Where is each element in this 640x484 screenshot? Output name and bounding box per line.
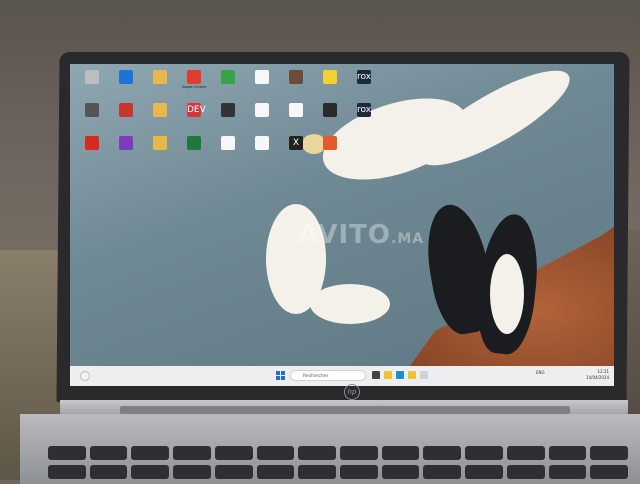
desktop-icon-glyph (255, 70, 269, 84)
desktop-icon-glyph (255, 103, 269, 117)
desktop-icon-glyph (85, 103, 99, 117)
desktop-icon[interactable]: rox (348, 70, 380, 102)
desktop-icon-glyph (119, 70, 133, 84)
keyboard-key (548, 465, 587, 479)
keyboard-key (381, 446, 420, 460)
desktop-icon-glyph (255, 136, 269, 150)
keyboard-key (173, 446, 211, 460)
desktop-icon[interactable] (246, 103, 278, 135)
desktop-icon[interactable] (178, 136, 210, 168)
desktop-icon[interactable] (144, 70, 176, 102)
desktop-icon-glyph (221, 70, 235, 84)
laptop-screen: AVITO.MA Google Chrome rox DEV rox X Recherc… (70, 64, 614, 386)
keyboard-key (465, 465, 503, 479)
windows-start-icon[interactable] (276, 371, 285, 380)
desktop-icon-glyph (187, 70, 201, 84)
keyboard-key (506, 446, 545, 460)
desktop-icon-glyph (119, 136, 133, 150)
desktop-icon[interactable] (314, 70, 346, 102)
desktop-icon-glyph (323, 70, 337, 84)
desktop-icon-glyph: X (289, 136, 303, 150)
keyboard-key (423, 446, 462, 460)
keyboard (48, 446, 628, 480)
desktop-icon-glyph: rox (357, 103, 372, 117)
desktop-icon-label: Google Chrome (181, 85, 207, 89)
file-explorer-icon[interactable] (384, 371, 392, 379)
hp-logo: hp (344, 384, 360, 400)
keyboard-key (590, 465, 628, 479)
keyboard-key (214, 446, 253, 460)
desktop-icon[interactable] (144, 103, 176, 135)
desktop-icon[interactable] (246, 70, 278, 102)
keyboard-key (340, 446, 378, 460)
desktop-icon[interactable]: Google Chrome (178, 70, 210, 102)
desktop-icon[interactable]: rox (348, 103, 380, 135)
keyboard-key (465, 446, 503, 460)
edge-icon[interactable] (396, 371, 404, 379)
desktop-icon-glyph (85, 70, 99, 84)
desktop-icon[interactable] (212, 103, 244, 135)
desktop-icon[interactable] (76, 136, 108, 168)
desktop-icon-glyph (221, 136, 235, 150)
keyboard-key (340, 465, 378, 479)
keyboard-key (131, 446, 170, 460)
desktop-icon-glyph (289, 70, 303, 84)
taskbar-clock[interactable]: 12:21 14/04/2024 (586, 369, 609, 381)
taskbar-search-input[interactable]: Rechercher (290, 370, 366, 381)
store-icon[interactable] (408, 371, 416, 379)
taskbar: Rechercher ENG 12:21 14/04/2024 (70, 366, 614, 386)
desktop-icon-glyph: rox (357, 70, 372, 84)
desktop-icon[interactable] (144, 136, 176, 168)
desktop-icon[interactable] (212, 136, 244, 168)
desktop-icon[interactable] (280, 103, 312, 135)
desktop-icon[interactable] (280, 70, 312, 102)
desktop-icon[interactable] (212, 70, 244, 102)
hinge-bar (120, 406, 570, 414)
app-icon[interactable] (420, 371, 428, 379)
keyboard-key (48, 465, 86, 479)
desktop-icon[interactable] (76, 103, 108, 135)
desktop-icon[interactable] (76, 70, 108, 102)
keyboard-key (256, 446, 295, 460)
gannet-chick-belly (490, 254, 524, 334)
desktop-icon-glyph (323, 136, 337, 150)
keyboard-key (256, 465, 295, 479)
desktop-icon-glyph: DEV (187, 103, 206, 117)
desktop-icon-glyph (323, 103, 337, 117)
desktop-icon-glyph (119, 103, 133, 117)
desktop-icon[interactable]: X (280, 136, 312, 168)
keyboard-key (173, 465, 211, 479)
desktop-icon-glyph (153, 70, 167, 84)
desktop-icon[interactable] (314, 103, 346, 135)
keyboard-key (298, 465, 336, 479)
keyboard-key (298, 446, 336, 460)
keyboard-key (506, 465, 545, 479)
weather-icon[interactable] (80, 371, 90, 381)
desktop-icon[interactable] (110, 70, 142, 102)
desktop-icon[interactable] (314, 136, 346, 168)
keyboard-key (89, 465, 128, 479)
keyboard-key (214, 465, 253, 479)
desktop-icon[interactable]: DEV (178, 103, 210, 135)
keyboard-key (590, 446, 628, 460)
keyboard-key (423, 465, 462, 479)
desktop-icon-glyph (289, 103, 303, 117)
desktop-icon-glyph (221, 103, 235, 117)
desktop-icon-glyph (187, 136, 201, 150)
tray-lang[interactable]: ENG (536, 370, 545, 375)
desktop-icon[interactable] (110, 103, 142, 135)
keyboard-key (381, 465, 420, 479)
keyboard-key (89, 446, 128, 460)
desktop-icon-grid: Google Chrome rox DEV rox X (76, 70, 371, 350)
desktop-icon-glyph (153, 103, 167, 117)
task-view-icon[interactable] (372, 371, 380, 379)
clock-date: 14/04/2024 (586, 375, 610, 380)
desktop-icon[interactable] (110, 136, 142, 168)
desktop-icon-glyph (153, 136, 167, 150)
keyboard-key (548, 446, 587, 460)
desktop-icon-glyph (85, 136, 99, 150)
desktop-icon[interactable] (246, 136, 278, 168)
keyboard-key (131, 465, 170, 479)
keyboard-key (48, 446, 86, 460)
